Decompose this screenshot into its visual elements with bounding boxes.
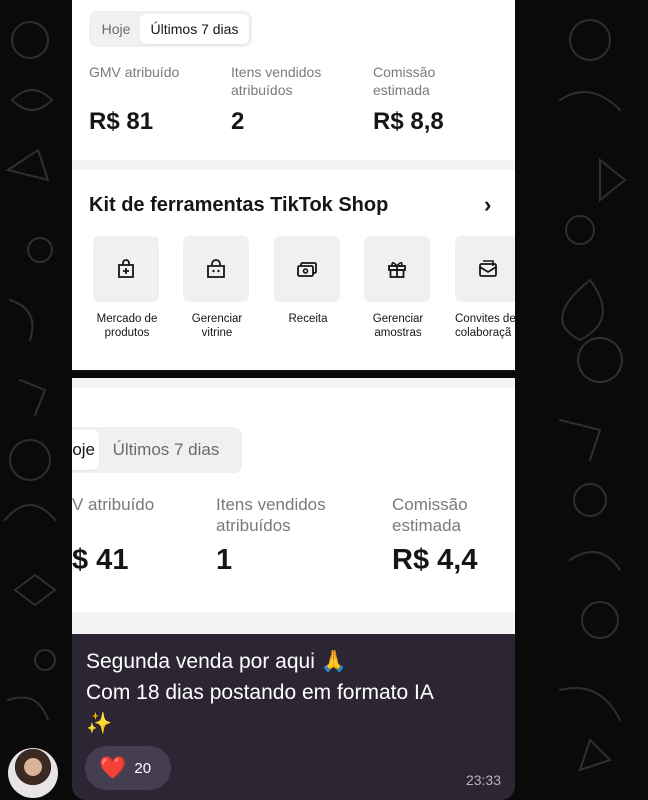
metric-value: R$ 81 — [89, 108, 154, 135]
toolkit-title: Kit de ferramentas TikTok Shop — [89, 194, 389, 216]
tab-last-7-days[interactable]: Últimos 7 dias — [140, 14, 249, 44]
tab-today[interactable]: Hoje — [92, 14, 140, 44]
sparkles-emoji: ✨ — [86, 712, 113, 735]
tool-revenue[interactable]: Receita — [274, 236, 342, 326]
metric-value: 2 — [231, 108, 245, 135]
message-bubble[interactable]: Segunda venda por aqui 🙏 Com 18 dias pos… — [72, 634, 515, 800]
message-text-line: Segunda venda por aqui 🙏 — [86, 650, 347, 673]
tab-last-7-days[interactable]: Últimos 7 dias — [99, 430, 233, 470]
gift-icon — [388, 261, 406, 278]
message-time: 23:33 — [465, 772, 501, 788]
chevron-right-icon[interactable]: › — [484, 192, 491, 218]
tool-label: Convites de colaboraçã — [455, 313, 515, 340]
metric-label: Comissão estimada — [392, 495, 468, 536]
tool-label: Receita — [288, 313, 328, 325]
top-stats-card: Hoje Últimos 7 dias GMV atribuído R$ 81 … — [72, 0, 515, 372]
metric-label: Itens vendidos atribuídos — [231, 64, 322, 98]
metric-items-sold: Itens vendidos atribuídos 2 — [231, 64, 341, 135]
metric-commission: Comissão estimada R$ 4,4 — [392, 494, 502, 576]
metric-value: R$ 8,8 — [373, 108, 444, 135]
section-divider — [72, 160, 515, 170]
tool-product-market[interactable]: Mercado de produtos — [93, 236, 161, 341]
crop-edge — [72, 370, 515, 372]
tool-label: Gerenciar vitrine — [191, 313, 243, 340]
period-toggle[interactable]: oje Últimos 7 dias — [72, 427, 242, 473]
metric-gmv: GMV atribuído R$ 81 — [89, 64, 219, 135]
avatar[interactable] — [8, 748, 58, 798]
metric-value: R$ 4,4 — [392, 544, 478, 576]
tool-label: Gerenciar amostras — [372, 313, 424, 340]
metric-commission: Comissão estimada R$ 8,8 — [373, 64, 463, 135]
reaction-count: 20 — [134, 759, 152, 777]
metric-items-sold: Itens vendidos atribuídos 1 — [216, 494, 346, 576]
tool-manage-showcase[interactable]: Gerenciar vitrine — [183, 236, 251, 341]
metric-label: GMV atribuído — [89, 64, 180, 80]
envelope-icon — [479, 260, 497, 277]
metric-label: Itens vendidos atribuídos — [216, 495, 326, 536]
metric-value: $ 41 — [72, 544, 129, 576]
banknotes-icon — [297, 262, 317, 277]
bottom-stats-card: oje Últimos 7 dias V atribuído $ 41 Iten… — [72, 378, 515, 636]
heart-icon: ❤️ — [99, 755, 127, 780]
metric-gmv: V atribuído $ 41 — [72, 494, 202, 576]
section-divider — [72, 612, 515, 636]
tool-collab-invites[interactable]: Convites de colaboraçã — [455, 236, 515, 341]
bag-face-icon — [207, 259, 225, 278]
section-divider — [72, 378, 515, 388]
period-toggle[interactable]: Hoje Últimos 7 dias — [89, 11, 252, 47]
shopping-bag-plus-icon — [118, 259, 134, 278]
tool-manage-samples[interactable]: Gerenciar amostras — [364, 236, 432, 341]
tool-tile[interactable] — [455, 236, 515, 302]
tab-today[interactable]: oje — [72, 430, 99, 470]
tool-tile[interactable] — [274, 236, 340, 302]
tool-tile[interactable] — [183, 236, 249, 302]
reaction-pill[interactable]: ❤️ 20 — [85, 746, 171, 790]
metric-label: V atribuído — [72, 495, 155, 514]
metric-value: 1 — [216, 544, 233, 576]
tool-tile[interactable] — [93, 236, 159, 302]
tool-label: Mercado de produtos — [96, 313, 158, 340]
tool-tile[interactable] — [364, 236, 430, 302]
metric-label: Comissão estimada — [373, 64, 436, 98]
message-text-line: Com 18 dias postando em formato IA — [86, 681, 434, 704]
